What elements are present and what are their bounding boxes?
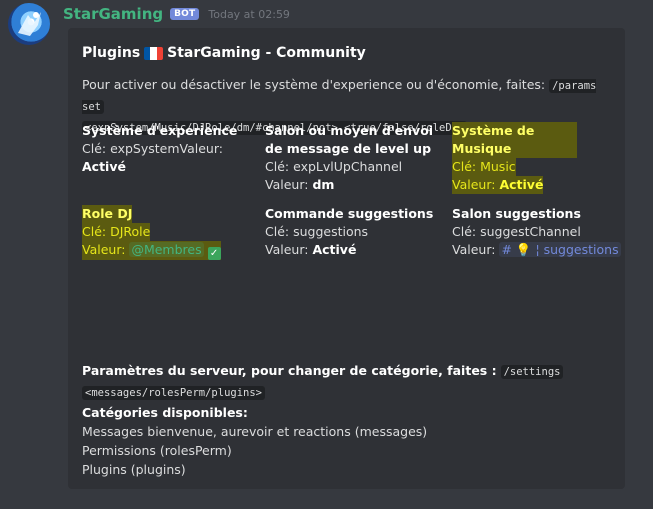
- field-exp-system: Système d'experience Clé: expSystemValeu…: [82, 122, 262, 176]
- key-value: Music: [480, 159, 516, 174]
- value-text: Activé: [312, 242, 357, 257]
- field-music-system: Système de Musique Clé: Music Valeur: Ac…: [452, 122, 577, 194]
- key-label: Clé:: [265, 224, 290, 239]
- embed-title: Plugins StarGaming - Community: [82, 45, 366, 61]
- settings-args-code: <messages/rolesPerm/plugins>: [82, 386, 266, 400]
- key-label: Clé:: [82, 224, 107, 239]
- checkmark-icon: ✓: [207, 247, 221, 260]
- avatar[interactable]: [8, 3, 50, 45]
- field-name: Commande suggestions: [265, 206, 434, 221]
- key-label: Clé:: [452, 159, 477, 174]
- field-value: Valeur: @Membres ✓: [82, 241, 221, 260]
- value-text: Activé: [82, 159, 126, 174]
- settings-text: Paramètres du serveur, pour changer de c…: [82, 363, 497, 378]
- field-value: Valeur: dm: [265, 176, 440, 194]
- field-dj-role: Role DJ Clé: DJRole Valeur: @Membres ✓: [82, 205, 257, 260]
- key-label: Clé:: [452, 224, 477, 239]
- value-label: Valeur:: [452, 242, 496, 257]
- key-value: suggestions: [293, 224, 369, 239]
- field-name: Salon suggestions: [452, 206, 581, 221]
- field-key: Clé: suggestChannel: [452, 223, 622, 241]
- field-value: Valeur: Activé: [265, 241, 440, 259]
- field-value: Valeur: # 💡 ¦ suggestions: [452, 241, 622, 259]
- category-item: Plugins (plugins): [82, 462, 186, 477]
- stargaming-logo-icon: [18, 12, 41, 36]
- field-levelup-channel: Salon ou moyen d'envoi de message de lev…: [265, 122, 440, 194]
- field-key: Clé: Music: [452, 158, 516, 176]
- categories-title: Catégories disponibles:: [82, 405, 248, 420]
- value-label: Valeur:: [452, 177, 496, 192]
- field-key: Clé: expLvlUpChannel: [265, 158, 440, 176]
- key-value: suggestChannel: [480, 224, 581, 239]
- field-value: Valeur: Activé: [452, 176, 544, 194]
- field-name: Système de Musique: [452, 122, 577, 158]
- key-value: DJRole: [110, 224, 151, 239]
- field-suggest-channel: Salon suggestions Clé: suggestChannel Va…: [452, 205, 622, 259]
- value-label: Valeur:: [265, 242, 309, 257]
- value-text: Activé: [499, 177, 544, 192]
- plugins-embed: Plugins StarGaming - Community Pour acti…: [68, 28, 625, 489]
- field-name: Système d'experience: [82, 123, 238, 138]
- value-label: Valeur:: [179, 141, 223, 156]
- key-value: expSystem: [110, 141, 180, 156]
- field-name: Salon ou moyen d'envoi de message de lev…: [265, 123, 434, 156]
- key-value: expLvlUpChannel: [293, 159, 403, 174]
- channel-mention[interactable]: # 💡 ¦ suggestions: [499, 242, 621, 257]
- bot-tag: BOT: [170, 8, 200, 20]
- field-key: Clé: DJRole: [82, 223, 151, 241]
- timestamp: Today at 02:59: [208, 7, 290, 21]
- category-item: Permissions (rolesPerm): [82, 443, 232, 458]
- field-suggestions-command: Commande suggestions Clé: suggestions Va…: [265, 205, 440, 259]
- settings-command-code: /settings: [500, 365, 564, 379]
- key-label: Clé:: [265, 159, 290, 174]
- field-key-value: Clé: expSystemValeur: Activé: [82, 140, 262, 176]
- field-key: Clé: suggestions: [265, 223, 440, 241]
- settings-section: Paramètres du serveur, pour changer de c…: [82, 361, 612, 479]
- category-item: Messages bienvenue, aurevoir et reaction…: [82, 424, 428, 439]
- field-name: Role DJ: [82, 205, 133, 223]
- username[interactable]: StarGaming: [63, 5, 163, 23]
- message-header: StarGaming BOT Today at 02:59: [63, 4, 290, 24]
- embed-title-suffix: StarGaming - Community: [167, 45, 366, 61]
- french-flag-icon: [144, 46, 164, 60]
- value-label: Valeur:: [82, 242, 126, 257]
- role-mention[interactable]: @Membres: [129, 242, 204, 257]
- key-label: Clé:: [82, 141, 107, 156]
- value-label: Valeur:: [265, 177, 309, 192]
- description-text: Pour activer ou désactiver le système d'…: [82, 77, 546, 92]
- embed-title-prefix: Plugins: [82, 45, 141, 61]
- value-text: dm: [312, 177, 335, 192]
